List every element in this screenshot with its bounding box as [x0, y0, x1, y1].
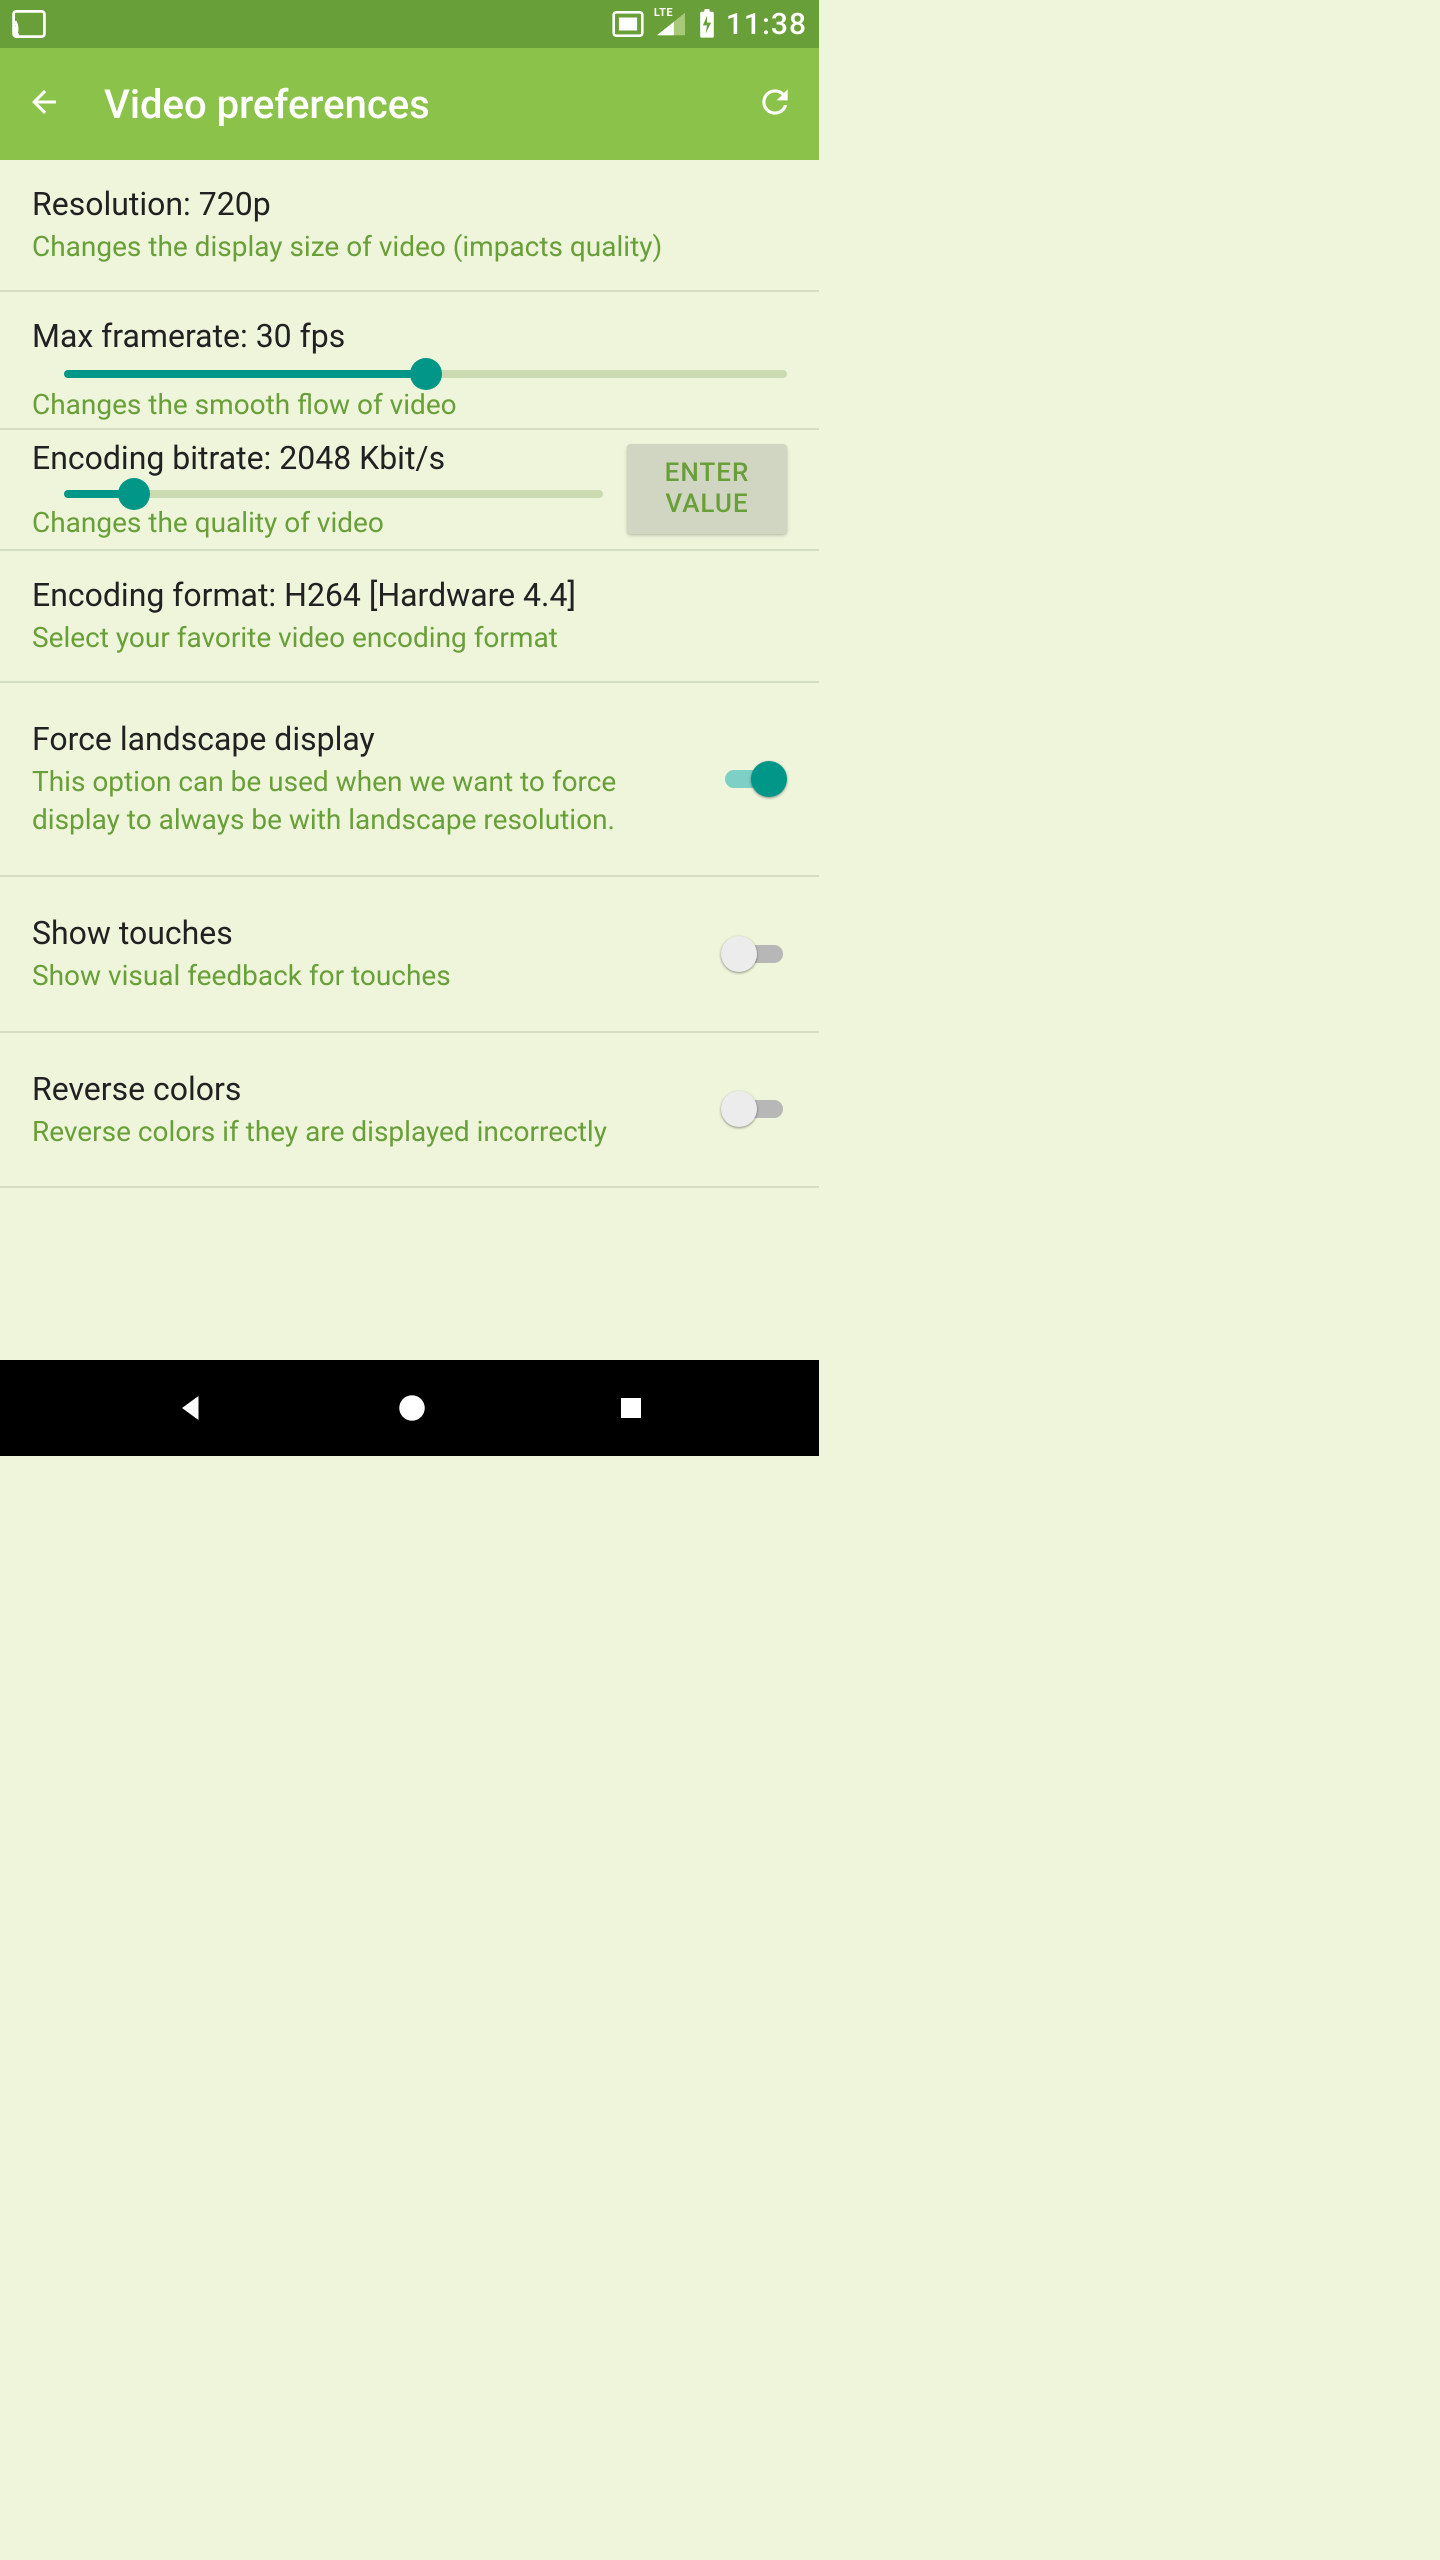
app-bar: Video preferences: [0, 48, 819, 160]
setting-title: Encoding format: H264 [Hardware 4.4]: [32, 575, 787, 615]
setting-title: Encoding bitrate: 2048 Kbit/s: [32, 438, 603, 478]
navigation-bar: [0, 1360, 819, 1456]
enter-value-button[interactable]: ENTER VALUE: [627, 444, 787, 534]
setting-title: Show touches: [32, 913, 697, 953]
setting-reverse-colors[interactable]: Reverse colors Reverse colors if they ar…: [0, 1033, 819, 1189]
setting-force-landscape[interactable]: Force landscape display This option can …: [0, 683, 819, 877]
cast-icon: [12, 10, 46, 38]
settings-list: Resolution: 720p Changes the display siz…: [0, 160, 819, 1360]
arrow-back-icon: [26, 84, 62, 124]
setting-subtitle: Changes the display size of video (impac…: [32, 228, 787, 266]
slider-thumb[interactable]: [410, 358, 442, 390]
show-touches-switch[interactable]: [721, 933, 787, 975]
setting-title: Reverse colors: [32, 1069, 697, 1109]
setting-subtitle: This option can be used when we want to …: [32, 763, 697, 839]
nav-home-button[interactable]: [395, 1391, 429, 1425]
switch-thumb: [751, 761, 787, 797]
setting-subtitle: Reverse colors if they are displayed inc…: [32, 1113, 697, 1151]
setting-subtitle: Changes the quality of video: [32, 504, 603, 542]
triangle-back-icon: [173, 1390, 209, 1426]
setting-subtitle: Select your favorite video encoding form…: [32, 619, 787, 657]
setting-encoding-format[interactable]: Encoding format: H264 [Hardware 4.4] Sel…: [0, 551, 819, 683]
status-time: 11:38: [726, 7, 807, 42]
setting-subtitle: Show visual feedback for touches: [32, 957, 697, 995]
circle-home-icon: [395, 1391, 429, 1425]
battery-charging-icon: [698, 9, 716, 39]
button-label-line1: ENTER: [665, 458, 750, 489]
network-lte-icon: LTE: [654, 10, 688, 38]
back-button[interactable]: [20, 80, 68, 128]
setting-title: Force landscape display: [32, 719, 697, 759]
framerate-slider[interactable]: [64, 370, 787, 378]
refresh-button[interactable]: [751, 80, 799, 128]
cast-connected-icon: [612, 11, 644, 37]
square-recent-icon: [616, 1393, 646, 1423]
slider-fill: [64, 370, 426, 378]
switch-thumb: [721, 1091, 757, 1127]
button-label-line2: VALUE: [665, 489, 748, 520]
force-landscape-switch[interactable]: [721, 758, 787, 800]
setting-title: Resolution: 720p: [32, 184, 787, 224]
switch-thumb: [721, 936, 757, 972]
screen: LTE 11:38 Video preferences: [0, 0, 819, 1456]
page-title: Video preferences: [104, 81, 751, 128]
nav-back-button[interactable]: [173, 1390, 209, 1426]
setting-show-touches[interactable]: Show touches Show visual feedback for to…: [0, 877, 819, 1033]
setting-framerate[interactable]: Max framerate: 30 fps Changes the smooth…: [0, 292, 819, 428]
setting-resolution[interactable]: Resolution: 720p Changes the display siz…: [0, 160, 819, 292]
refresh-icon: [756, 83, 794, 125]
reverse-colors-switch[interactable]: [721, 1088, 787, 1130]
setting-title: Max framerate: 30 fps: [32, 316, 787, 356]
slider-thumb[interactable]: [118, 478, 150, 510]
bitrate-slider[interactable]: [64, 490, 603, 498]
setting-subtitle: Changes the smooth flow of video: [32, 386, 787, 424]
nav-recent-button[interactable]: [616, 1393, 646, 1423]
status-bar: LTE 11:38: [0, 0, 819, 48]
setting-bitrate[interactable]: Encoding bitrate: 2048 Kbit/s Changes th…: [0, 430, 819, 552]
